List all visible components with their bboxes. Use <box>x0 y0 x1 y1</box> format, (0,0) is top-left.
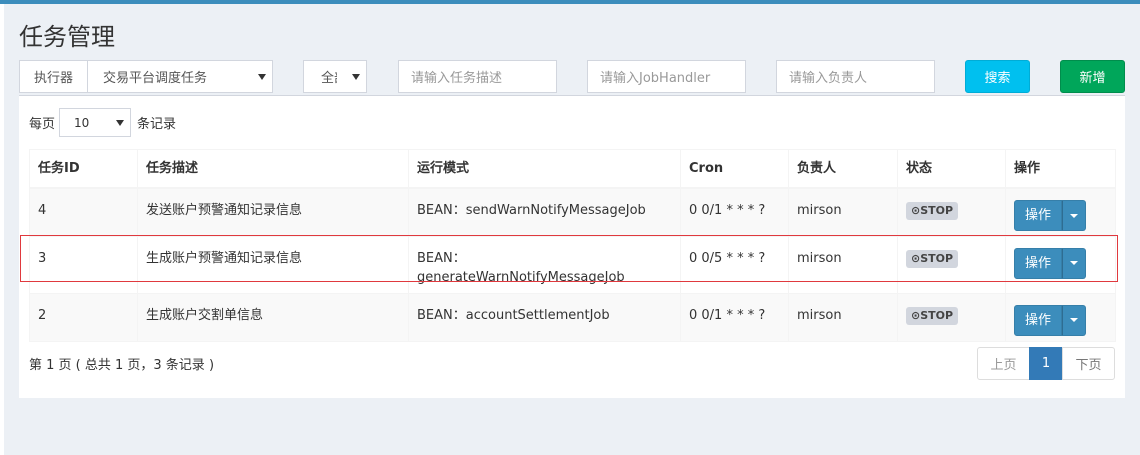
search-button[interactable]: 搜索 <box>965 60 1030 93</box>
page-length-value: 10 <box>74 115 90 130</box>
action-dropdown-toggle[interactable] <box>1062 247 1087 279</box>
table-header-row: 任务ID 任务描述 运行模式 Cron 负责人 状态 操作 <box>29 149 1116 189</box>
cell-author: mirson <box>788 292 898 342</box>
col-header-cron[interactable]: Cron <box>680 149 789 189</box>
author-input[interactable]: 请输入负责人 <box>776 60 935 93</box>
cell-cron: 0 0/1 * * * ? <box>680 292 789 342</box>
cell-action: 操作 <box>1005 235 1116 294</box>
page-length-select[interactable]: 10 <box>59 108 132 137</box>
cell-desc: 生成账户交割单信息 <box>137 292 409 342</box>
cell-mode-line1: BEAN： <box>417 250 466 266</box>
table-row: 4 发送账户预警通知记录信息 BEAN：sendWarnNotifyMessag… <box>29 187 1116 237</box>
status-select-value: 全部 <box>321 71 337 86</box>
length-suffix: 条记录 <box>137 117 177 132</box>
status-badge: ⊙STOP <box>906 306 959 325</box>
prev-page-button[interactable]: 上页 <box>977 347 1030 380</box>
cell-mode-line2: generateWarnNotifyMessageJob <box>417 269 625 285</box>
cell-id: 2 <box>29 292 138 342</box>
col-header-mode[interactable]: 运行模式 <box>408 149 681 189</box>
action-button-group: 操作 <box>1014 304 1087 336</box>
job-desc-input[interactable]: 请输入任务描述 <box>398 60 557 93</box>
table-row: 3 生成账户预警通知记录信息 BEAN： generateWarnNotifyMe… <box>29 235 1116 294</box>
next-page-button[interactable]: 下页 <box>1062 347 1115 380</box>
caret-down-icon <box>1070 261 1079 265</box>
cell-desc: 发送账户预警通知记录信息 <box>137 187 409 237</box>
action-button-group: 操作 <box>1014 247 1087 279</box>
page-title: 任务管理 <box>19 23 115 51</box>
cell-status: ⊙STOP <box>897 187 1006 237</box>
length-prefix: 每页 <box>29 117 56 132</box>
status-select[interactable]: 全部 <box>303 60 367 93</box>
col-header-action: 操作 <box>1005 149 1116 189</box>
executor-select[interactable]: 交易平台调度任务 <box>88 61 272 92</box>
job-handler-input[interactable]: 请输入JobHandler <box>587 60 746 93</box>
page-length-control: 每页 10 条记录 <box>29 108 176 137</box>
page-1-button[interactable]: 1 <box>1029 347 1063 380</box>
cell-action: 操作 <box>1005 187 1116 237</box>
cell-mode: BEAN： generateWarnNotifyMessageJob <box>408 235 681 294</box>
action-button-group: 操作 <box>1014 200 1087 231</box>
caret-down-icon <box>258 73 266 80</box>
executor-label: 执行器 <box>20 61 88 92</box>
col-header-status[interactable]: 状态 <box>897 149 1006 189</box>
col-header-id[interactable]: 任务ID <box>29 149 138 189</box>
cell-author: mirson <box>788 235 898 294</box>
cell-status: ⊙STOP <box>897 292 1006 342</box>
action-button[interactable]: 操作 <box>1014 247 1063 279</box>
col-header-desc[interactable]: 任务描述 <box>137 149 409 189</box>
action-dropdown-toggle[interactable] <box>1062 304 1087 336</box>
job-handler-placeholder: 请输入JobHandler <box>600 71 711 86</box>
job-list-box: 每页 10 条记录 任务ID 任务描述 运行模式 Cron 负责人 状态 操作 … <box>19 95 1125 398</box>
cell-mode: BEAN：accountSettlementJob <box>408 292 681 342</box>
caret-down-icon <box>1070 213 1079 218</box>
executor-filter: 执行器 交易平台调度任务 <box>19 60 273 93</box>
status-badge: ⊙STOP <box>906 202 959 220</box>
job-table: 任务ID 任务描述 运行模式 Cron 负责人 状态 操作 4 发送账户预警通知… <box>29 149 1116 342</box>
executor-select-value: 交易平台调度任务 <box>103 71 208 86</box>
cell-status: ⊙STOP <box>897 235 1006 294</box>
col-header-author[interactable]: 负责人 <box>788 149 898 189</box>
author-placeholder: 请输入负责人 <box>789 71 868 86</box>
cell-cron: 0 0/1 * * * ? <box>680 187 789 237</box>
cell-desc: 生成账户预警通知记录信息 <box>137 235 409 294</box>
cell-id: 3 <box>29 235 138 294</box>
left-edge <box>0 4 4 455</box>
top-accent-bar <box>0 0 1140 4</box>
caret-down-icon <box>352 73 360 80</box>
status-badge: ⊙STOP <box>906 249 959 268</box>
action-button[interactable]: 操作 <box>1014 304 1063 336</box>
cell-author: mirson <box>788 187 898 237</box>
table-row: 2 生成账户交割单信息 BEAN：accountSettlementJob 0 … <box>29 292 1116 342</box>
cell-mode: BEAN：sendWarnNotifyMessageJob <box>408 187 681 237</box>
cell-id: 4 <box>29 187 138 237</box>
job-desc-placeholder: 请输入任务描述 <box>411 71 503 86</box>
caret-down-icon <box>1070 318 1079 322</box>
caret-down-icon <box>116 119 125 126</box>
pagination-info: 第 1 页 ( 总共 1 页，3 条记录 ) <box>29 358 215 373</box>
right-edge <box>1134 4 1140 455</box>
action-dropdown-toggle[interactable] <box>1062 200 1087 231</box>
add-button[interactable]: 新增 <box>1060 60 1125 93</box>
cell-cron: 0 0/5 * * * ? <box>680 235 789 294</box>
action-button[interactable]: 操作 <box>1014 200 1063 231</box>
pagination: 上页 1 下页 <box>977 347 1115 380</box>
cell-action: 操作 <box>1005 292 1116 342</box>
